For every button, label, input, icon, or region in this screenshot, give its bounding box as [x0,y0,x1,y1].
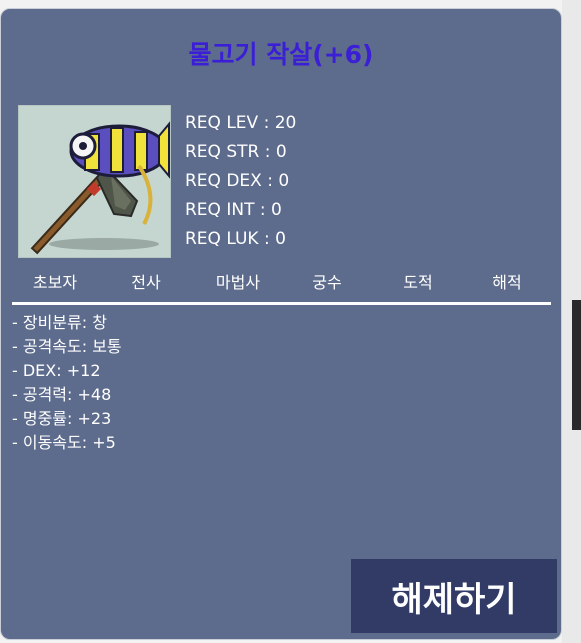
stat-attack: - 공격력: +48 [12,385,112,404]
item-title: 물고기 작살(+6) [188,40,374,69]
job-warrior: 전사 [131,273,161,292]
job-thief: 도적 [403,273,433,292]
req-luk: REQ LUK : 0 [185,229,286,249]
stat-attack-speed: - 공격속도: 보통 [12,337,122,356]
requirements-list: REQ LEV : 20 REQ STR : 0 REQ DEX : 0 REQ… [185,109,296,254]
req-str: REQ STR : 0 [185,142,287,162]
release-button[interactable]: 해제하기 [351,559,557,633]
stat-equip-type: - 장비분류: 창 [12,313,107,332]
req-dex: REQ DEX : 0 [185,171,290,191]
job-beginner: 초보자 [32,273,78,292]
job-magician: 마법사 [215,273,261,292]
job-list: 초보자 전사 마법사 궁수 도적 해적 [1,269,561,297]
stat-list: - 장비분류: 창 - 공격속도: 보통 - DEX: +12 - 공격력: +… [12,311,122,455]
stat-accuracy: - 명중률: +23 [12,409,112,428]
stat-speed: - 이동속도: +5 [12,433,116,452]
item-tooltip-panel: 물고기 작살(+6) REQ LEV : 20 REQ STR: 0 REQ … [0,8,562,640]
req-int: REQ INT : 0 [185,200,282,220]
background-edge-shadow [572,300,581,430]
stat-dex: - DEX: +12 [12,361,101,380]
background-edge [562,0,581,643]
section-divider [12,302,551,305]
job-bowman: 궁수 [312,273,342,292]
req-level: REQ LEV : 20 [185,113,297,133]
fish-harpoon-icon [18,105,171,258]
job-pirate: 해적 [492,273,522,292]
